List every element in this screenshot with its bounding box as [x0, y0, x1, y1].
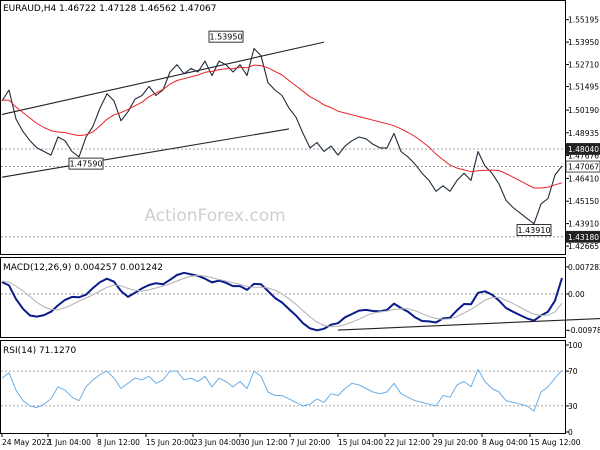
- macd-title: MACD(12,26,9) 0.004257 0.001242: [3, 263, 163, 273]
- macd-series-macd: [1, 271, 563, 332]
- time-label-6: 7 Jul 20:00: [290, 438, 330, 447]
- price-y-tick-label-8: 1.45150: [568, 197, 599, 206]
- price-y-tick-label-5: 1.48935: [568, 129, 599, 138]
- price-series-ma: [1, 64, 563, 189]
- time-label-0: 24 May 2022: [2, 438, 51, 447]
- time-label-10: 8 Aug 04:00: [482, 438, 528, 447]
- rsi-series-rsi: [1, 368, 563, 412]
- price-annotation-label-1: 1.47590: [69, 160, 102, 169]
- time-label-11: 15 Aug 12:00: [530, 438, 581, 447]
- price-level-label-2: 1.43180: [568, 233, 599, 242]
- rsi-y-tick-label-1: 70: [568, 367, 578, 376]
- macd-trendline-0: [337, 317, 600, 331]
- rsi-y-tick-label-3: 0: [568, 428, 573, 437]
- macd-series-signal: [1, 274, 563, 328]
- time-label-3: 15 Jun 20:00: [146, 438, 194, 447]
- price-y-tick-label-9: 1.43910: [568, 220, 599, 229]
- time-label-5: 30 Jun 12:00: [240, 438, 288, 447]
- price-trendline-0: [1, 41, 325, 115]
- price-y-tick-label-7: 1.46410: [568, 174, 599, 183]
- rsi-title: RSI(14) 71.1270: [3, 346, 76, 356]
- time-label-4: 23 Jun 04:00: [193, 438, 241, 447]
- rsi-y-tick-label-0: 100: [568, 341, 583, 350]
- price-y-tick-label-10: 1.42665: [568, 242, 599, 251]
- time-label-9: 29 Jul 20:00: [433, 438, 478, 447]
- macd-y-tick-label-2: -0.009787: [568, 326, 600, 335]
- rsi-panel-frame: [0, 340, 566, 434]
- price-annotation-label-2: 1.43910: [517, 226, 550, 235]
- price-y-tick-label-2: 1.52710: [568, 61, 599, 70]
- macd-y-tick-label-0: 0.007282: [568, 263, 600, 272]
- price-annotation-label-0: 1.53950: [209, 33, 242, 42]
- rsi-y-tick-label-2: 30: [568, 402, 578, 411]
- price-chart-title: EURAUD,H4 1.46722 1.47128 1.46562 1.4706…: [3, 4, 217, 14]
- time-label-7: 15 Jul 04:00: [338, 438, 383, 447]
- time-label-8: 22 Jul 12:00: [385, 438, 430, 447]
- price-level-label-1: 1.47067: [568, 163, 599, 172]
- price-y-tick-label-3: 1.51495: [568, 83, 599, 92]
- forex-chart: ActionForex.com EURAUD,H4 1.46722 1.4712…: [0, 0, 600, 447]
- macd-y-tick-label-1: 0.00: [568, 290, 585, 299]
- price-y-tick-label-0: 1.55195: [568, 16, 599, 25]
- price-trendline-1: [1, 128, 290, 178]
- price-level-label-0: 1.48040: [568, 145, 599, 154]
- time-label-1: 1 Jun 04:00: [48, 438, 91, 447]
- time-label-2: 8 Jun 12:00: [97, 438, 140, 447]
- price-y-tick-label-4: 1.50190: [568, 106, 599, 115]
- watermark: ActionForex.com: [144, 206, 285, 226]
- price-y-tick-label-1: 1.53950: [568, 38, 599, 47]
